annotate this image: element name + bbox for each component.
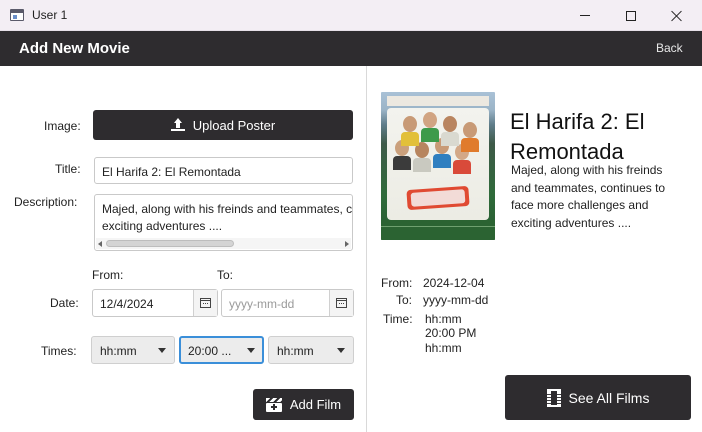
preview-movie-title: El Harifa 2: El Remontada: [510, 109, 645, 164]
image-label: Image:: [44, 119, 81, 133]
chevron-down-icon: [337, 348, 345, 353]
preview-to-label: To:: [396, 293, 413, 307]
date-to-calendar-button[interactable]: [329, 290, 353, 316]
preview-time-2: 20:00 PM: [425, 326, 477, 340]
description-line-2: exciting adventures ....: [102, 219, 223, 233]
scroll-right-arrow-icon[interactable]: [345, 241, 349, 247]
upload-icon: [170, 118, 185, 132]
upload-poster-label: Upload Poster: [192, 117, 276, 133]
preview-movie-description: Majed, along with his freinds and teamma…: [511, 163, 666, 230]
page-title: Add New Movie: [19, 40, 130, 57]
title-input[interactable]: El Harifa 2: El Remontada: [94, 157, 353, 184]
add-film-button[interactable]: Add Film: [253, 389, 354, 420]
see-all-films-button[interactable]: See All Films: [505, 375, 691, 420]
preview-from-value: 2024-12-04: [423, 276, 485, 290]
film-strip-icon: [546, 388, 561, 407]
page-header: Add New Movie Back: [0, 31, 702, 66]
times-label: Times:: [41, 344, 77, 358]
time-select-1[interactable]: hh:mm: [91, 336, 175, 364]
preview-time-1: hh:mm: [425, 312, 462, 326]
date-to-picker[interactable]: yyyy-mm-dd: [221, 289, 354, 317]
preview-time-label: Time:: [383, 312, 413, 326]
window-titlebar: User 1: [0, 0, 702, 31]
clapperboard-add-icon: [265, 397, 282, 412]
description-line-1: Majed, along with his freinds and teamma…: [102, 202, 353, 216]
close-button[interactable]: [654, 0, 700, 31]
scrollbar-thumb[interactable]: [106, 240, 234, 247]
scroll-left-arrow-icon[interactable]: [98, 241, 102, 247]
preview-from-label: From:: [381, 276, 413, 290]
time-select-3-value: hh:mm: [277, 344, 314, 358]
see-all-films-label: See All Films: [568, 389, 650, 406]
close-icon: [671, 10, 683, 22]
maximize-icon: [626, 10, 636, 21]
minimize-button[interactable]: [562, 0, 608, 31]
time-select-2[interactable]: 20:00 ...: [179, 336, 264, 364]
maximize-button[interactable]: [608, 0, 654, 31]
upload-poster-button[interactable]: Upload Poster: [93, 110, 353, 140]
calendar-icon: [336, 298, 347, 308]
date-from-value: 12/4/2024: [100, 297, 154, 311]
chevron-down-icon: [158, 348, 166, 353]
time-select-1-value: hh:mm: [100, 344, 137, 358]
description-textarea[interactable]: Majed, along with his freinds and teamma…: [94, 194, 353, 251]
date-from-picker[interactable]: 12/4/2024: [92, 289, 218, 317]
date-to-label: To:: [217, 268, 234, 282]
description-label: Description:: [14, 195, 78, 209]
date-from-calendar-button[interactable]: [193, 290, 217, 316]
title-input-value: El Harifa 2: El Remontada: [102, 165, 241, 179]
time-select-2-value: 20:00 ...: [188, 344, 232, 358]
preview-to-value: yyyy-mm-dd: [423, 293, 489, 307]
date-from-label: From:: [92, 268, 124, 282]
calendar-icon: [200, 298, 211, 308]
description-horizontal-scrollbar[interactable]: [96, 238, 351, 249]
time-select-3[interactable]: hh:mm: [268, 336, 354, 364]
back-button[interactable]: Back: [656, 41, 683, 55]
preview-time-3: hh:mm: [425, 341, 462, 355]
minimize-icon: [580, 15, 590, 16]
add-film-label: Add Film: [289, 397, 342, 412]
movie-poster-image: [381, 92, 495, 240]
date-to-placeholder: yyyy-mm-dd: [229, 297, 295, 311]
title-label: Title:: [55, 162, 81, 176]
chevron-down-icon: [247, 348, 255, 353]
window-title: User 1: [32, 8, 68, 22]
date-label: Date:: [50, 296, 79, 310]
app-window-icon: [10, 9, 24, 21]
